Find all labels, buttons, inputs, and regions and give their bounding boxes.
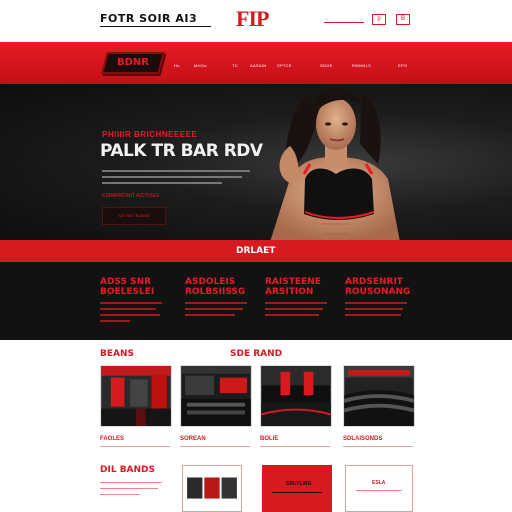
feature-title-2: ASDOLEIS ROLBSIISSG [185,277,246,297]
nav-item-6[interactable]: SDOE [320,63,333,68]
top-bar-right-links: p B [324,14,414,28]
section-title-left: BEANS [100,349,134,359]
feature-text-line [345,308,403,310]
gallery-card-1[interactable] [100,365,172,427]
gallery-card-2[interactable] [180,365,252,427]
top-bar-button-2[interactable]: B [396,14,410,25]
hero-text-line [102,170,250,172]
hero-kicker: PHIIIIR BRICHNEEEEE [102,130,198,139]
bottom-card-text-line [272,492,322,493]
nav-item-7[interactable]: RWNNLS [352,63,371,68]
bottom-text-line [100,488,158,489]
nav-item-3[interactable]: TC [232,63,238,68]
gallery-card-4[interactable] [343,365,415,427]
nav-item-8[interactable]: EPO [398,63,407,68]
bottom-section-title: DIL BANDS [100,465,155,475]
hero-title: PALK TR BAR RDV [100,141,263,161]
hero-subtitle: ESBAPAIONIT AIOTVIES [102,193,160,199]
nav-item-4[interactable]: AASAIN [250,63,266,68]
bottom-card-3[interactable] [345,465,413,512]
bottom-card-text-line [356,490,402,491]
feature-text-line [185,308,243,310]
feature-text-line [185,302,247,304]
gallery-caption-2[interactable]: SOREAN [180,436,206,442]
feature-text-line [100,308,156,310]
feature-title-3: RAISTEENE ARSITION [265,277,321,297]
feature-text-line [100,314,160,316]
bottom-card-image[interactable] [182,465,242,512]
nav-item-5[interactable]: SPTCE [277,63,292,68]
nav-logo[interactable]: BDNR [101,52,165,74]
band-label: DRLAET [236,246,276,256]
nav-item-2[interactable]: MHOo [194,63,207,68]
bottom-card-label-2: ESLA [372,480,386,486]
bottom-text-line [100,482,162,483]
feature-text-line [185,314,235,316]
top-bar-left-text[interactable]: FOTR SOIR AI3 [100,12,212,27]
feature-text-line [265,302,327,304]
gallery-card-3[interactable] [260,365,332,427]
feature-text-line [345,302,407,304]
features-section [0,262,512,340]
hero-cta-button[interactable]: SAT BNT BODNE [102,207,166,225]
caption-text-line [343,446,413,447]
section-title-center: SDE RAND [230,349,283,359]
bottom-card-red[interactable] [262,465,332,512]
feature-text-line [100,302,162,304]
hero-athlete-image [270,88,400,242]
site-logo[interactable]: FIP [236,6,269,32]
bottom-text-line [100,494,140,495]
bottom-card-label-1: SRUTLIRG [286,481,312,487]
feature-text-line [345,314,401,316]
caption-text-line [180,446,250,447]
top-bar-link-line[interactable] [324,14,364,23]
feature-title-4: ARDSENRIT ROUSONANG [345,277,411,297]
caption-text-line [100,446,170,447]
feature-text-line [100,320,130,322]
feature-text-line [265,308,323,310]
top-bar-button-1[interactable]: p [372,14,386,25]
nav-logo-text: BDNR [117,57,149,68]
hero-text-line [102,182,222,184]
caption-text-line [260,446,330,447]
feature-title-1: ADSS SNR BOELESLEI [100,277,155,297]
gallery-caption-3[interactable]: BOLIE [260,436,278,442]
nav-item-1[interactable]: Ho [174,63,180,68]
feature-text-line [265,314,319,316]
gallery-caption-1[interactable]: FAOLES [100,436,124,442]
gallery-caption-4[interactable]: SDLAISONDS [343,436,382,442]
hero-text-line [102,176,242,178]
